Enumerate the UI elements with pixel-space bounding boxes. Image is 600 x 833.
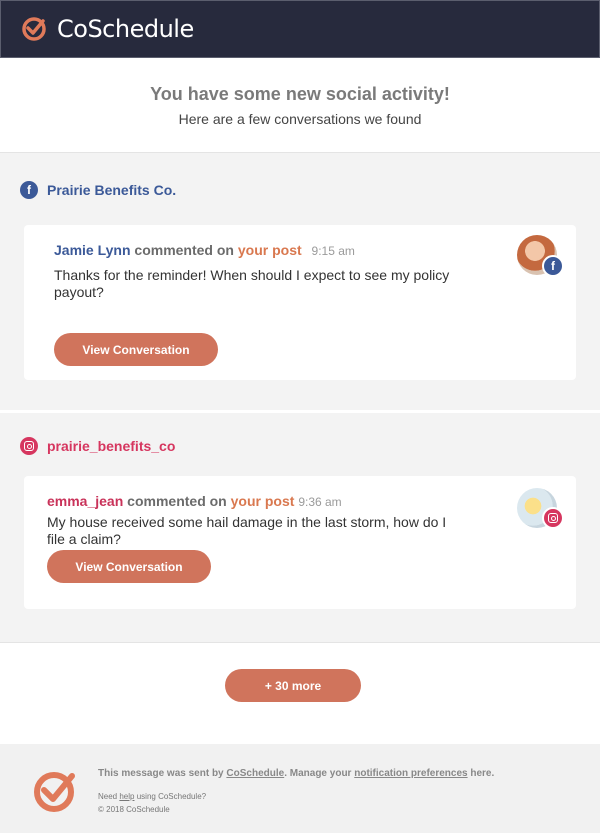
footer-manage-text: . Manage your bbox=[284, 768, 352, 779]
post-link[interactable]: your post bbox=[231, 493, 295, 509]
footer-help: Need help using CoSchedule? bbox=[98, 792, 206, 801]
comment-text: My house received some hail damage in th… bbox=[47, 514, 447, 547]
intro-subtitle: Here are a few conversations we found bbox=[178, 111, 422, 127]
notification-preferences-link[interactable]: notification preferences bbox=[354, 768, 467, 779]
footer-sent-text: This message was sent by bbox=[98, 768, 224, 779]
brand-name: CoSchedule bbox=[57, 15, 194, 43]
commenter-name[interactable]: emma_jean bbox=[47, 493, 123, 509]
activity-time: 9:15 am bbox=[311, 244, 355, 258]
group-divider bbox=[0, 410, 600, 413]
instagram-account-row: prairie_benefits_co bbox=[20, 437, 175, 455]
facebook-icon: f bbox=[20, 181, 38, 199]
activity-card: Jamie Lynn commented on your post 9:15 a… bbox=[24, 225, 576, 380]
coschedule-link[interactable]: CoSchedule bbox=[226, 768, 284, 779]
activity-card: emma_jean commented on your post 9:36 am… bbox=[24, 476, 576, 609]
copyright: © 2018 CoSchedule bbox=[98, 805, 170, 814]
view-conversation-button[interactable]: View Conversation bbox=[54, 333, 218, 366]
instagram-icon bbox=[542, 507, 564, 529]
facebook-icon: f bbox=[542, 255, 564, 277]
comment-text: Thanks for the reminder! When should I e… bbox=[54, 267, 450, 300]
commenter-name[interactable]: Jamie Lynn bbox=[54, 242, 131, 258]
post-link[interactable]: your post bbox=[238, 242, 302, 258]
activity-meta: Jamie Lynn commented on your post 9:15 a… bbox=[54, 242, 355, 258]
help-link[interactable]: help bbox=[119, 792, 134, 801]
more-activity-button[interactable]: + 30 more bbox=[225, 669, 361, 702]
email-footer: This message was sent by CoSchedule. Man… bbox=[0, 744, 600, 833]
intro-section: You have some new social activity! Here … bbox=[0, 58, 600, 152]
instagram-icon bbox=[20, 437, 38, 455]
activity-action: commented on bbox=[134, 242, 234, 258]
activity-section: f Prairie Benefits Co. Jamie Lynn commen… bbox=[0, 152, 600, 643]
view-conversation-button[interactable]: View Conversation bbox=[47, 550, 211, 583]
coschedule-logo-icon bbox=[22, 17, 46, 41]
intro-title: You have some new social activity! bbox=[150, 84, 450, 104]
activity-meta: emma_jean commented on your post 9:36 am bbox=[47, 493, 342, 509]
activity-action: commented on bbox=[127, 493, 227, 509]
footer-help-suffix: using CoSchedule? bbox=[136, 792, 207, 801]
footer-message: This message was sent by CoSchedule. Man… bbox=[98, 768, 494, 779]
facebook-account-row: f Prairie Benefits Co. bbox=[20, 181, 176, 199]
facebook-account-name: Prairie Benefits Co. bbox=[47, 182, 177, 198]
instagram-account-name: prairie_benefits_co bbox=[47, 438, 176, 454]
coschedule-logo-icon bbox=[34, 772, 75, 812]
footer-manage-suffix: here. bbox=[470, 768, 495, 779]
footer-help-prefix: Need bbox=[98, 792, 118, 801]
email-header: CoSchedule bbox=[0, 0, 600, 58]
activity-time: 9:36 am bbox=[298, 495, 342, 509]
